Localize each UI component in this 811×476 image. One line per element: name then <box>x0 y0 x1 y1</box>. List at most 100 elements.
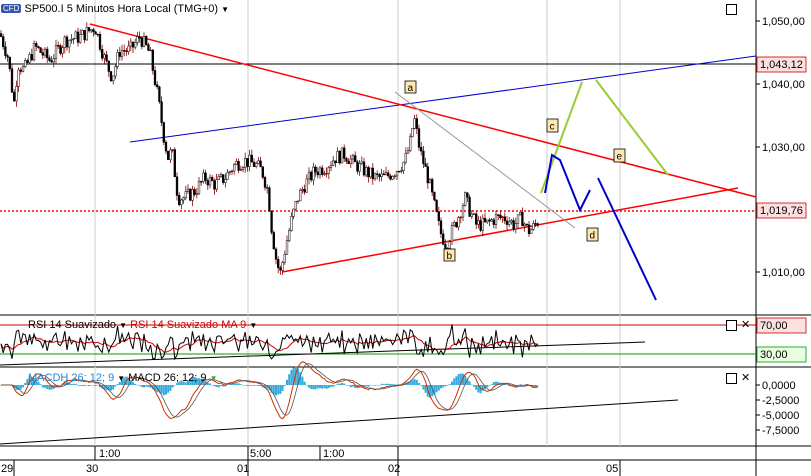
candle-body <box>193 189 196 195</box>
candle-body <box>358 163 361 172</box>
candle-body <box>351 155 355 160</box>
candle-body <box>523 223 526 227</box>
macd-hist-bar <box>140 385 143 388</box>
candle-body <box>437 211 440 222</box>
candle-body <box>354 155 357 163</box>
candle-body <box>499 214 502 218</box>
macd-header[interactable]: MACDH 26; 12; 9 ▼ MACD 26; 12; 9 ▼ <box>28 372 218 384</box>
candle-body <box>439 220 443 235</box>
macd-hist-bar <box>88 385 90 387</box>
macd-hist-bar <box>83 385 86 386</box>
candle-body <box>208 177 212 186</box>
macd-hist-bar <box>308 385 310 388</box>
candle-body <box>129 41 132 47</box>
caret-down-icon[interactable]: ▼ <box>249 321 257 330</box>
macd-hist-bar <box>24 382 27 385</box>
candle-body <box>252 161 256 167</box>
candle-body <box>87 27 91 32</box>
candle-body <box>109 71 113 82</box>
candle-body <box>261 166 264 178</box>
candle-body <box>37 46 40 48</box>
macd-hist-bar <box>387 383 390 385</box>
caret-down-icon[interactable]: ▼ <box>221 5 229 14</box>
wave-label-c: c <box>546 118 559 133</box>
macd-hist-bar <box>169 385 172 391</box>
maximize-icon[interactable] <box>726 4 737 15</box>
macd-hist-bar <box>96 385 99 386</box>
candle-body <box>431 179 434 193</box>
candle-body <box>455 222 458 228</box>
macd-hist-bar <box>437 385 440 391</box>
candle-body <box>52 58 55 63</box>
candle-body <box>479 220 482 231</box>
caret-down-icon[interactable]: ▼ <box>210 374 218 383</box>
candle-body <box>464 192 467 206</box>
svg-text:70,00: 70,00 <box>760 320 788 332</box>
macd-hist-bar <box>349 385 352 388</box>
macd-hist-bar <box>303 381 306 385</box>
macd-hist-bar <box>310 385 313 389</box>
candle-body <box>292 208 295 217</box>
price-panel-bg <box>0 0 756 315</box>
macd-hist-bar <box>286 379 288 385</box>
caret-down-icon[interactable]: ▼ <box>119 321 127 330</box>
macd-trendline[interactable] <box>0 399 679 445</box>
candle-body <box>257 160 260 164</box>
candle-body <box>63 36 66 48</box>
candle-body <box>2 36 5 47</box>
macd-hist-bar <box>457 374 460 385</box>
macd-hist-bar <box>316 385 319 389</box>
close-icon[interactable]: ✕ <box>741 372 750 383</box>
candle-body <box>472 213 476 215</box>
close-icon[interactable]: ✕ <box>741 319 750 330</box>
macd-hist-bar <box>22 385 24 388</box>
candle-body <box>160 101 163 123</box>
macd-hist-bar <box>217 385 220 388</box>
candle-body <box>85 27 88 41</box>
candle-body <box>468 196 471 217</box>
candle-body <box>250 154 253 163</box>
candle-body <box>444 244 447 249</box>
candle-body <box>114 66 117 77</box>
macd-hist-bar <box>420 385 423 386</box>
candle-body <box>30 54 33 61</box>
candle-body <box>305 178 308 193</box>
candle-body <box>283 254 286 263</box>
candle-body <box>514 223 517 230</box>
rsi-header[interactable]: RSI 14 Suavizado ▼ RSI 14 Suavizado MA 9… <box>28 319 257 331</box>
candle-body <box>459 216 462 219</box>
macd-title: MACD 26; 12; 9 <box>128 372 207 384</box>
candle-body <box>492 219 495 225</box>
caret-down-icon[interactable]: ▼ <box>117 374 125 383</box>
macd-tick-5000: -5,0000 <box>762 410 799 422</box>
x-tick-5-00: 5:00 <box>250 448 271 460</box>
candle-body <box>393 175 396 177</box>
candle-body <box>400 170 403 172</box>
macd-hist-bar <box>380 383 383 385</box>
chart-header[interactable]: CFD SP500.I 5 Minutos Hora Local (TMG+0)… <box>1 3 229 15</box>
macd-hist-bar <box>277 385 280 395</box>
macd-tick-7500: -7,5000 <box>762 425 799 437</box>
candle-body <box>182 197 185 201</box>
candle-body <box>299 189 302 202</box>
macd-hist-bar <box>321 385 324 389</box>
y-tick-1050: 1,050,00 <box>762 16 805 28</box>
candle-body <box>413 118 416 129</box>
rsi-title: RSI 14 Suavizado <box>28 319 117 331</box>
chart-canvas: a b c d e 1,050,00 1,040,00 1,030,00 1,0… <box>0 0 811 476</box>
macd-hist-bar <box>257 385 260 386</box>
candle-body <box>387 172 390 177</box>
svg-text:e: e <box>617 152 623 163</box>
macd-hist-bar <box>244 385 247 386</box>
macd-hist-bar <box>248 385 251 386</box>
candle-body <box>145 36 148 45</box>
svg-text:a: a <box>408 83 414 94</box>
macd-hist-bar <box>319 385 321 389</box>
maximize-icon[interactable] <box>726 320 737 331</box>
macd-hist-bar <box>235 383 238 385</box>
maximize-icon[interactable] <box>726 373 737 384</box>
candle-body <box>329 165 333 168</box>
macd-hist-bar <box>521 384 524 386</box>
candle-body <box>138 36 141 39</box>
candle-body <box>48 57 51 61</box>
